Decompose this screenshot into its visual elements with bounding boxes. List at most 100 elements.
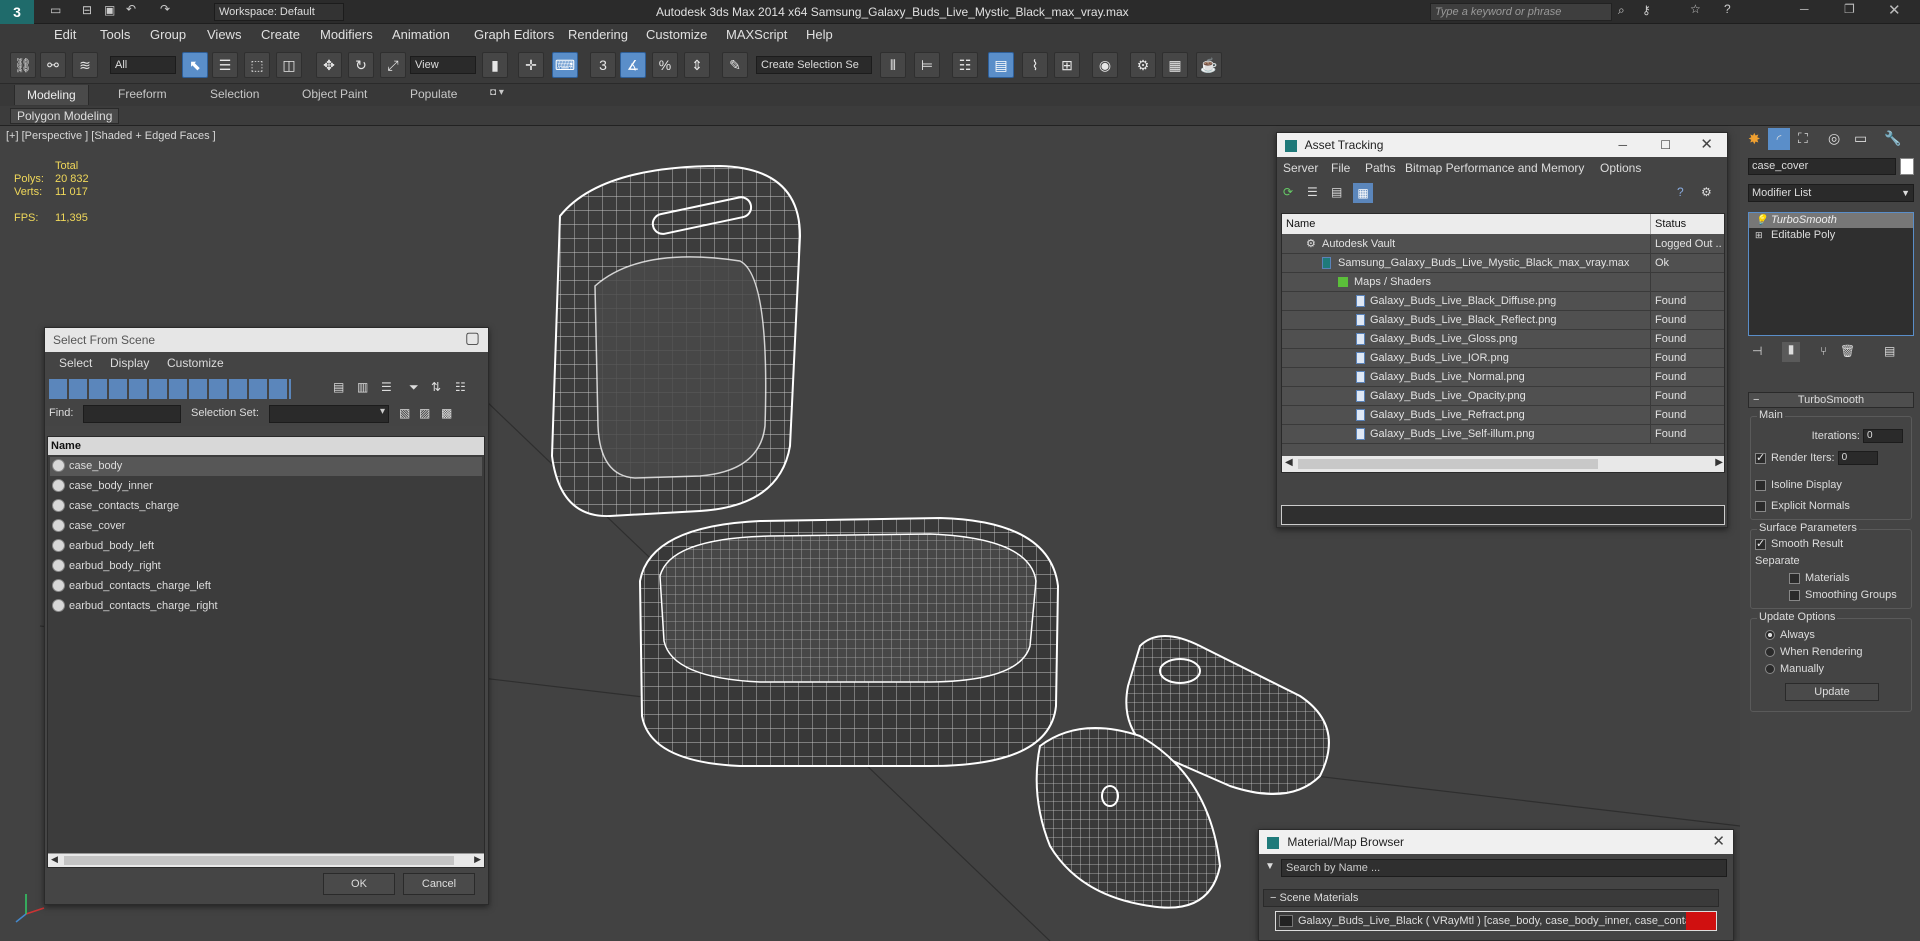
update-button[interactable]: Update xyxy=(1785,683,1879,701)
menu-maxscript[interactable]: MAXScript xyxy=(726,27,787,42)
manually-radio[interactable] xyxy=(1765,664,1775,675)
named-selection-dropdown[interactable]: Create Selection Se xyxy=(756,56,872,74)
star-icon[interactable]: ☆ xyxy=(1690,2,1701,16)
at-path-field[interactable] xyxy=(1281,505,1725,525)
layer-manager-icon[interactable]: ☷ xyxy=(952,52,978,78)
at-menu-options[interactable]: Options xyxy=(1600,161,1641,175)
unlink-icon[interactable]: ⚯ xyxy=(40,52,66,78)
at-maximize-button[interactable]: ☐ xyxy=(1660,133,1671,157)
sfs-menu-display[interactable]: Display xyxy=(110,356,149,370)
sfs-column-header[interactable]: Name xyxy=(48,437,484,455)
table-row[interactable]: Galaxy_Buds_Live_Black_Reflect.png Found xyxy=(1282,311,1724,330)
material-editor-icon[interactable]: ◉ xyxy=(1092,52,1118,78)
list-item[interactable]: earbud_contacts_charge_right xyxy=(50,597,218,616)
sfs-menu-select[interactable]: Select xyxy=(59,356,92,370)
mmb-close-button[interactable]: ✕ xyxy=(1712,830,1725,854)
scroll-thumb[interactable] xyxy=(64,856,454,865)
list-item[interactable]: earbud_body_right xyxy=(50,557,161,576)
selection-filter-dropdown[interactable]: All xyxy=(110,56,176,74)
select-object-icon[interactable]: ⬉ xyxy=(182,52,208,78)
workspace-dropdown[interactable]: Workspace: Default xyxy=(214,3,344,21)
smooth-result-checkbox[interactable] xyxy=(1755,537,1766,550)
at-grid-icon[interactable]: ▦ xyxy=(1353,183,1373,203)
link-icon[interactable]: ⛓ xyxy=(10,52,36,78)
configure-sets-icon[interactable]: ▤ xyxy=(1884,344,1895,358)
render-setup-icon[interactable]: ⚙ xyxy=(1130,52,1156,78)
menu-group[interactable]: Group xyxy=(150,27,186,42)
viewport-label[interactable]: [+] [Perspective ] [Shaded + Edged Faces… xyxy=(6,130,216,142)
mmb-section-header[interactable]: − Scene Materials xyxy=(1263,889,1719,907)
render-iters-spinner[interactable]: 0 xyxy=(1837,451,1878,465)
turbosmooth-rollout-header[interactable]: − TurboSmooth xyxy=(1748,392,1914,408)
table-row[interactable]: Galaxy_Buds_Live_Gloss.png Found xyxy=(1282,330,1724,349)
list-item[interactable]: earbud_body_left xyxy=(50,537,154,556)
menu-create[interactable]: Create xyxy=(261,27,300,42)
ribbon-toggle-icon[interactable]: ▤ xyxy=(988,52,1014,78)
menu-rendering[interactable]: Rendering xyxy=(568,27,628,42)
mmb-title-bar[interactable]: Material/Map Browser ✕ xyxy=(1259,830,1733,854)
open-file-icon[interactable]: ⊟ xyxy=(82,3,92,17)
create-tab-icon[interactable]: ✸ xyxy=(1748,130,1761,148)
sfs-options-icon[interactable]: ☷ xyxy=(455,380,466,394)
rect-selection-icon[interactable]: ⬚ xyxy=(244,52,270,78)
at-list-icon[interactable]: ☰ xyxy=(1307,185,1318,199)
modifier-list-dropdown[interactable]: Modifier List ▼ xyxy=(1748,184,1914,202)
spinner-snap-icon[interactable]: ⇕ xyxy=(684,52,710,78)
angle-snap-icon[interactable]: ∡ xyxy=(620,52,646,78)
at-scroll-thumb[interactable] xyxy=(1298,459,1598,469)
at-title-bar[interactable]: Asset Tracking ─ ☐ ✕ xyxy=(1277,133,1727,157)
tab-object-paint[interactable]: Object Paint xyxy=(302,87,367,101)
curve-editor-icon[interactable]: ⌇ xyxy=(1022,52,1048,78)
pin-stack-icon[interactable]: ⊣ xyxy=(1752,344,1762,358)
sfs-menu-customize[interactable]: Customize xyxy=(167,356,224,370)
at-horizontal-scrollbar[interactable]: ◀ ▶ xyxy=(1282,456,1724,472)
tab-populate[interactable]: Populate xyxy=(410,87,457,101)
scale-icon[interactable]: ⤢ xyxy=(380,52,406,78)
motion-tab-icon[interactable]: ◎ xyxy=(1828,130,1840,147)
sfs-sort-icon[interactable]: ⇅ xyxy=(431,380,441,394)
pivot-center-icon[interactable]: ▮ xyxy=(482,52,508,78)
stack-item-editable-poly[interactable]: ⊞ Editable Poly xyxy=(1749,228,1913,243)
binoculars-icon[interactable]: ⌕ xyxy=(1618,3,1625,18)
sfs-title-bar[interactable]: Select From Scene ▢ xyxy=(45,328,488,352)
sfs-table-icon[interactable]: ▥ xyxy=(357,380,368,394)
sfs-set-icon-2[interactable]: ▨ xyxy=(419,406,430,420)
table-row[interactable]: Samsung_Galaxy_Buds_Live_Mystic_Black_ma… xyxy=(1282,254,1724,273)
menu-tools[interactable]: Tools xyxy=(100,27,130,42)
table-row[interactable]: Galaxy_Buds_Live_Refract.png Found xyxy=(1282,406,1724,425)
at-menu-server[interactable]: Server xyxy=(1283,161,1318,175)
close-button[interactable]: ✕ xyxy=(1888,1,1901,19)
iterations-spinner[interactable]: 0 xyxy=(1863,429,1903,443)
mmb-search-input[interactable]: Search by Name ... xyxy=(1281,859,1727,877)
when-rendering-radio[interactable] xyxy=(1765,647,1775,658)
at-menu-bitmap[interactable]: Bitmap Performance and Memory xyxy=(1405,161,1584,175)
scroll-right-icon[interactable]: ▶ xyxy=(474,854,481,865)
show-end-result-icon[interactable]: ▮ xyxy=(1782,342,1800,362)
sfs-list-icon[interactable]: ▤ xyxy=(333,380,344,394)
list-item[interactable]: earbud_contacts_charge_left xyxy=(50,577,211,596)
object-color-swatch[interactable] xyxy=(1900,158,1914,175)
at-menu-file[interactable]: File xyxy=(1331,161,1350,175)
redo-icon[interactable]: ↷ xyxy=(160,2,170,16)
menu-help[interactable]: Help xyxy=(806,27,833,42)
window-crossing-icon[interactable]: ◫ xyxy=(276,52,302,78)
mirror-icon[interactable]: ⫴ xyxy=(880,52,906,78)
select-manipulate-icon[interactable]: ✛ xyxy=(518,52,544,78)
tab-selection[interactable]: Selection xyxy=(210,87,259,101)
undo-icon[interactable]: ↶ xyxy=(126,2,136,16)
at-scroll-right-icon[interactable]: ▶ xyxy=(1715,457,1723,468)
at-refresh-icon[interactable]: ⟳ xyxy=(1283,185,1293,199)
new-file-icon[interactable]: ▭ xyxy=(50,3,61,17)
expand-icon[interactable]: ⊞ xyxy=(1755,228,1763,243)
selection-set-dropdown[interactable]: ▾ xyxy=(269,405,389,423)
list-item[interactable]: case_cover xyxy=(50,517,125,536)
sfs-horizontal-scrollbar[interactable]: ◀ ▶ xyxy=(48,853,484,867)
search-box[interactable]: Type a keyword or phrase xyxy=(1430,3,1612,21)
menu-edit[interactable]: Edit xyxy=(54,27,76,42)
rendered-frame-icon[interactable]: ▦ xyxy=(1162,52,1188,78)
at-scroll-left-icon[interactable]: ◀ xyxy=(1285,457,1293,468)
mmb-collapse-icon[interactable]: ▼ xyxy=(1265,861,1275,872)
list-item[interactable]: case_contacts_charge xyxy=(50,497,179,516)
schematic-view-icon[interactable]: ⊞ xyxy=(1054,52,1080,78)
list-item[interactable]: case_body_inner xyxy=(50,477,153,496)
